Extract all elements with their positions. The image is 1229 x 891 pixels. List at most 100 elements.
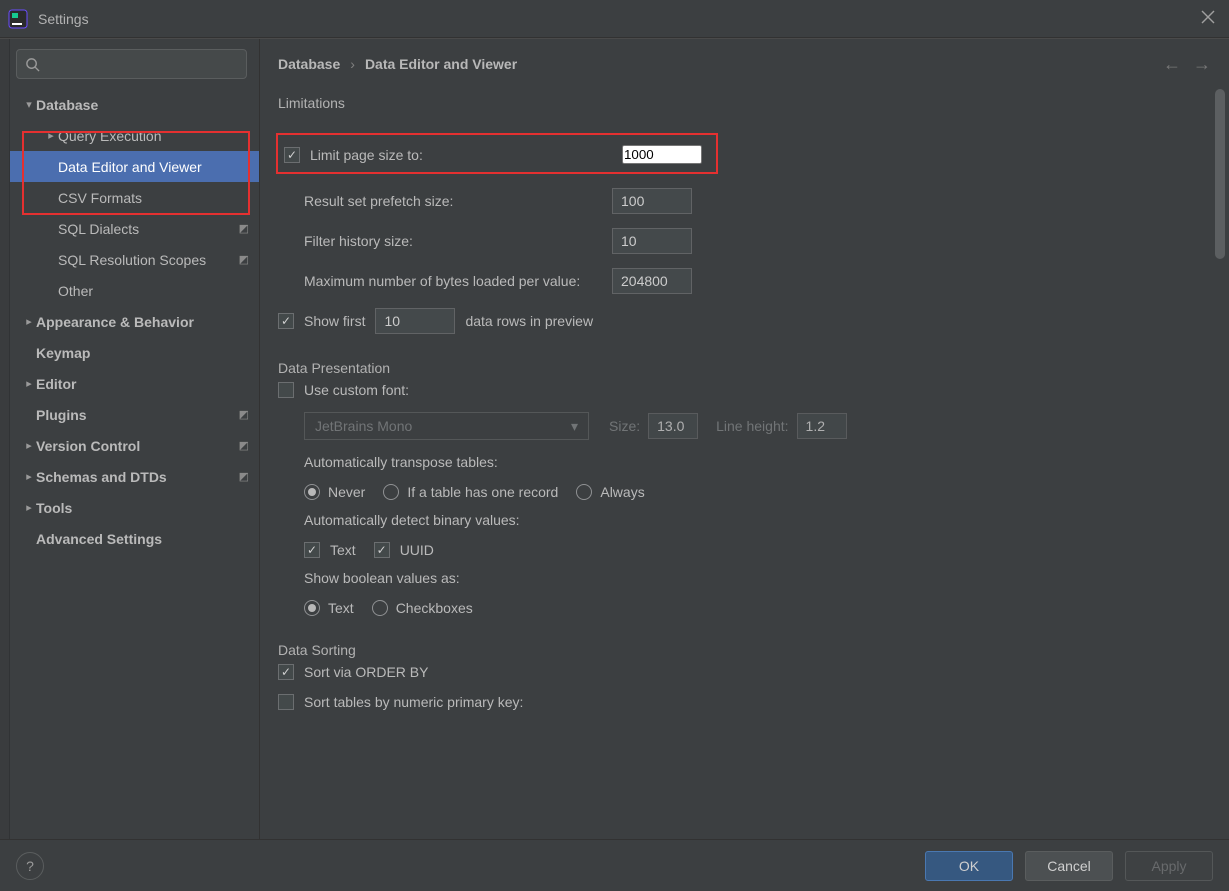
tree-item-version-control[interactable]: ▸Version Control◩ bbox=[0, 430, 259, 461]
chevron-icon bbox=[44, 254, 58, 266]
tree-item-label: Keymap bbox=[36, 345, 90, 361]
chevron-icon bbox=[44, 192, 58, 204]
limit-page-row-highlight: Limit page size to: bbox=[276, 133, 718, 174]
bool-checkboxes-radio[interactable] bbox=[372, 600, 388, 616]
chevron-icon bbox=[44, 285, 58, 297]
chevron-right-icon: › bbox=[350, 56, 355, 72]
tree-item-database[interactable]: ▾Database bbox=[0, 89, 259, 120]
line-height-label: Line height: bbox=[716, 418, 788, 434]
tree-item-schemas-and-dtds[interactable]: ▸Schemas and DTDs ◩ bbox=[0, 461, 259, 492]
help-button[interactable]: ? bbox=[16, 852, 44, 880]
tree-item-label: SQL Resolution Scopes bbox=[58, 252, 206, 268]
content-header: Database › Data Editor and Viewer ← → bbox=[260, 39, 1229, 89]
use-custom-font-label: Use custom font: bbox=[304, 382, 409, 398]
apply-button[interactable]: Apply bbox=[1125, 851, 1213, 881]
sidebar: ▾Database▸Query Execution Data Editor an… bbox=[0, 39, 260, 839]
font-size-input[interactable] bbox=[648, 413, 698, 439]
tree-item-label: Advanced Settings bbox=[36, 531, 162, 547]
limit-page-checkbox[interactable] bbox=[284, 147, 300, 163]
tree-item-label: Tools bbox=[36, 500, 72, 516]
chevron-icon: ▸ bbox=[44, 129, 58, 142]
chevron-icon bbox=[22, 409, 36, 421]
filter-history-input[interactable] bbox=[612, 228, 692, 254]
tree-item-label: CSV Formats bbox=[58, 190, 142, 206]
tree-item-other[interactable]: Other bbox=[0, 275, 259, 306]
show-first-input[interactable] bbox=[375, 308, 455, 334]
chevron-icon bbox=[44, 161, 58, 173]
settings-tree: ▾Database▸Query Execution Data Editor an… bbox=[0, 85, 259, 839]
sort-orderby-checkbox[interactable] bbox=[278, 664, 294, 680]
tree-item-label: Editor bbox=[36, 376, 76, 392]
close-icon[interactable] bbox=[1197, 6, 1219, 31]
sort-pk-label: Sort tables by numeric primary key: bbox=[304, 694, 523, 710]
tree-item-data-editor-and-viewer[interactable]: Data Editor and Viewer bbox=[0, 151, 259, 182]
nav-forward-icon[interactable]: → bbox=[1193, 54, 1211, 75]
binary-uuid-checkbox[interactable] bbox=[374, 542, 390, 558]
font-select[interactable]: JetBrains Mono ▾ bbox=[304, 412, 589, 440]
section-sorting: Data Sorting bbox=[278, 642, 1209, 658]
transpose-onerecord-radio[interactable] bbox=[383, 484, 399, 500]
tree-item-label: Query Execution bbox=[58, 128, 162, 144]
titlebar: Settings bbox=[0, 0, 1229, 38]
tree-item-tools[interactable]: ▸Tools bbox=[0, 492, 259, 523]
max-bytes-input[interactable] bbox=[612, 268, 692, 294]
app-icon bbox=[8, 9, 28, 29]
chevron-icon: ▸ bbox=[22, 377, 36, 390]
use-custom-font-checkbox[interactable] bbox=[278, 382, 294, 398]
show-first-post: data rows in preview bbox=[465, 313, 593, 329]
tree-item-label: Appearance & Behavior bbox=[36, 314, 194, 330]
breadcrumb: Database › Data Editor and Viewer bbox=[278, 56, 517, 72]
filter-history-label: Filter history size: bbox=[304, 233, 612, 249]
dialog-footer: ? OK Cancel Apply bbox=[0, 839, 1229, 891]
tree-item-label: Schemas and DTDs bbox=[36, 469, 167, 485]
tree-item-advanced-settings[interactable]: Advanced Settings bbox=[0, 523, 259, 554]
chevron-icon bbox=[22, 533, 36, 545]
transpose-label: Automatically transpose tables: bbox=[304, 454, 498, 470]
scope-badge-icon: ◩ bbox=[239, 408, 249, 421]
scope-badge-icon: ◩ bbox=[239, 470, 249, 483]
bool-label: Show boolean values as: bbox=[304, 570, 460, 586]
ok-button[interactable]: OK bbox=[925, 851, 1013, 881]
binary-text-checkbox[interactable] bbox=[304, 542, 320, 558]
limit-page-input[interactable] bbox=[622, 145, 702, 164]
tree-item-query-execution[interactable]: ▸Query Execution bbox=[0, 120, 259, 151]
window-title: Settings bbox=[38, 11, 89, 27]
tree-item-label: Data Editor and Viewer bbox=[58, 159, 202, 175]
tree-item-label: Database bbox=[36, 97, 98, 113]
show-first-pre: Show first bbox=[304, 313, 365, 329]
show-first-checkbox[interactable] bbox=[278, 313, 294, 329]
line-height-input[interactable] bbox=[797, 413, 847, 439]
limit-page-label: Limit page size to: bbox=[310, 147, 622, 163]
nav-back-icon[interactable]: ← bbox=[1163, 54, 1181, 75]
tree-item-sql-dialects[interactable]: SQL Dialects◩ bbox=[0, 213, 259, 244]
search-input[interactable] bbox=[16, 49, 247, 79]
breadcrumb-root[interactable]: Database bbox=[278, 56, 340, 72]
bool-text-radio[interactable] bbox=[304, 600, 320, 616]
tree-item-label: Other bbox=[58, 283, 93, 299]
tree-item-plugins[interactable]: Plugins◩ bbox=[0, 399, 259, 430]
font-select-value: JetBrains Mono bbox=[315, 418, 412, 434]
transpose-never-radio[interactable] bbox=[304, 484, 320, 500]
tree-item-label: Version Control bbox=[36, 438, 140, 454]
chevron-icon: ▾ bbox=[22, 98, 36, 111]
chevron-icon: ▸ bbox=[22, 470, 36, 483]
transpose-always-radio[interactable] bbox=[576, 484, 592, 500]
tree-item-editor[interactable]: ▸Editor bbox=[0, 368, 259, 399]
tree-item-csv-formats[interactable]: CSV Formats bbox=[0, 182, 259, 213]
chevron-icon: ▸ bbox=[22, 501, 36, 514]
tree-item-label: SQL Dialects bbox=[58, 221, 139, 237]
bool-checkboxes-label: Checkboxes bbox=[396, 600, 473, 616]
font-size-label: Size: bbox=[609, 418, 640, 434]
tree-item-keymap[interactable]: Keymap bbox=[0, 337, 259, 368]
chevron-icon: ▸ bbox=[22, 315, 36, 328]
bool-text-label: Text bbox=[328, 600, 354, 616]
sidebar-collapse-handle[interactable] bbox=[0, 39, 10, 839]
prefetch-input[interactable] bbox=[612, 188, 692, 214]
tree-item-sql-resolution-scopes[interactable]: SQL Resolution Scopes◩ bbox=[0, 244, 259, 275]
chevron-icon bbox=[22, 347, 36, 359]
sort-pk-checkbox[interactable] bbox=[278, 694, 294, 710]
tree-item-appearance-behavior[interactable]: ▸Appearance & Behavior bbox=[0, 306, 259, 337]
search-field[interactable] bbox=[46, 57, 238, 72]
cancel-button[interactable]: Cancel bbox=[1025, 851, 1113, 881]
transpose-onerecord-label: If a table has one record bbox=[407, 484, 558, 500]
